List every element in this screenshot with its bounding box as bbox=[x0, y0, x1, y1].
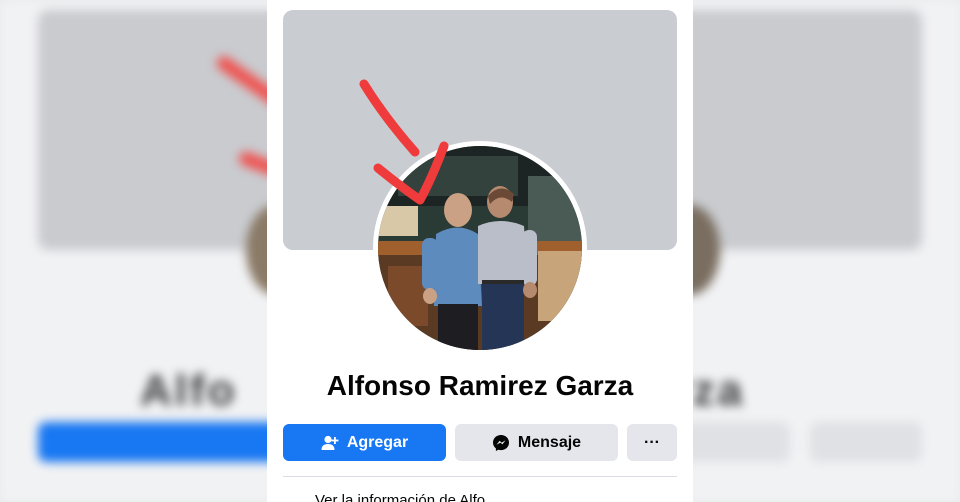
message-button[interactable]: Mensaje bbox=[455, 424, 618, 461]
message-label: Mensaje bbox=[517, 433, 582, 451]
add-friend-label: Agregar bbox=[346, 433, 409, 451]
add-friend-button[interactable]: Agregar bbox=[283, 424, 446, 461]
messenger-icon bbox=[492, 434, 510, 452]
profile-picture-frame bbox=[373, 141, 587, 355]
person-plus-icon bbox=[321, 435, 339, 451]
ellipsis-icon: ··· bbox=[644, 433, 660, 451]
divider bbox=[283, 476, 677, 477]
profile-photo-illustration bbox=[378, 146, 582, 350]
about-info-link[interactable]: Ver la información de Alfo... bbox=[315, 492, 498, 502]
profile-name: Alfonso Ramirez Garza bbox=[326, 370, 634, 401]
profile-card: Alfonso Ramirez Garza Agregar Mensaje ··… bbox=[267, 0, 693, 502]
more-options-button[interactable]: ··· bbox=[627, 424, 677, 461]
profile-picture[interactable] bbox=[378, 146, 582, 350]
